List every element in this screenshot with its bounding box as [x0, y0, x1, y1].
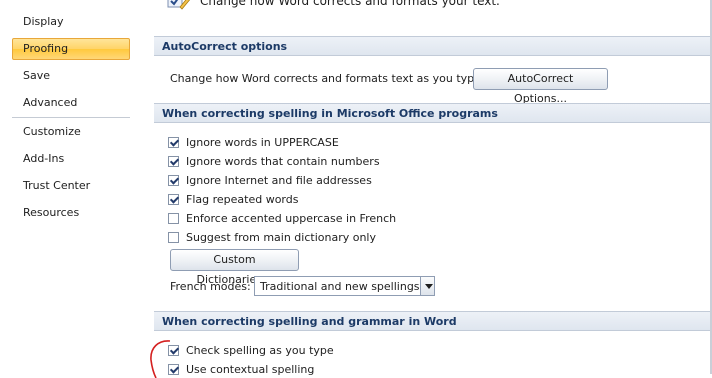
french-modes-label: French modes:	[170, 280, 251, 293]
option-ignore-uppercase[interactable]: Ignore words in UPPERCASE	[168, 134, 339, 150]
option-ignore-numbers[interactable]: Ignore words that contain numbers	[168, 153, 380, 169]
option-check-spelling-as-you-type[interactable]: Check spelling as you type	[168, 342, 334, 358]
proofing-panel: Change how Word corrects and formats you…	[136, 0, 712, 377]
checkbox[interactable]	[168, 174, 179, 186]
sidebar-item-resources[interactable]: Resources	[12, 202, 130, 224]
autocorrect-options-button[interactable]: AutoCorrect Options...	[473, 68, 608, 105]
sidebar-item-save[interactable]: Save	[12, 65, 130, 87]
office-spelling-section-header: When correcting spelling in Microsoft Of…	[154, 103, 712, 123]
option-suggest-main-dictionary[interactable]: Suggest from main dictionary only	[168, 229, 376, 245]
sidebar-item-trust-center[interactable]: Trust Center	[12, 175, 130, 197]
french-modes-dropdown[interactable]: Traditional and new spellings	[254, 276, 435, 296]
options-sidebar: Display Proofing Save Advanced Customize…	[0, 0, 137, 374]
option-flag-repeated-words[interactable]: Flag repeated words	[168, 191, 298, 207]
option-enforce-accented-uppercase[interactable]: Enforce accented uppercase in French	[168, 210, 396, 226]
autocorrect-section-header: AutoCorrect options	[154, 36, 712, 56]
sidebar-divider	[12, 117, 130, 118]
checkbox[interactable]	[168, 212, 179, 224]
red-annotation-mark	[150, 340, 171, 378]
sidebar-item-advanced[interactable]: Advanced	[12, 92, 130, 114]
checkbox[interactable]	[168, 231, 179, 243]
autocorrect-description: Change how Word corrects and formats tex…	[170, 72, 485, 85]
abc-pencil-icon	[166, 0, 194, 11]
checkbox[interactable]	[168, 193, 179, 205]
panel-description: Change how Word corrects and formats you…	[166, 0, 500, 11]
option-use-contextual-spelling[interactable]: Use contextual spelling	[168, 361, 314, 377]
sidebar-item-proofing[interactable]: Proofing	[12, 38, 130, 60]
sidebar-item-add-ins[interactable]: Add-Ins	[12, 148, 130, 170]
sidebar-item-display[interactable]: Display	[12, 11, 130, 33]
option-ignore-internet-addresses[interactable]: Ignore Internet and file addresses	[168, 172, 372, 188]
dropdown-arrow-icon[interactable]	[419, 277, 434, 295]
checkbox[interactable]	[168, 155, 179, 167]
custom-dictionaries-button[interactable]: Custom Dictionaries...	[170, 249, 299, 286]
word-spelling-section-header: When correcting spelling and grammar in …	[154, 311, 712, 331]
sidebar-item-customize[interactable]: Customize	[12, 121, 130, 143]
checkbox[interactable]	[168, 136, 179, 148]
